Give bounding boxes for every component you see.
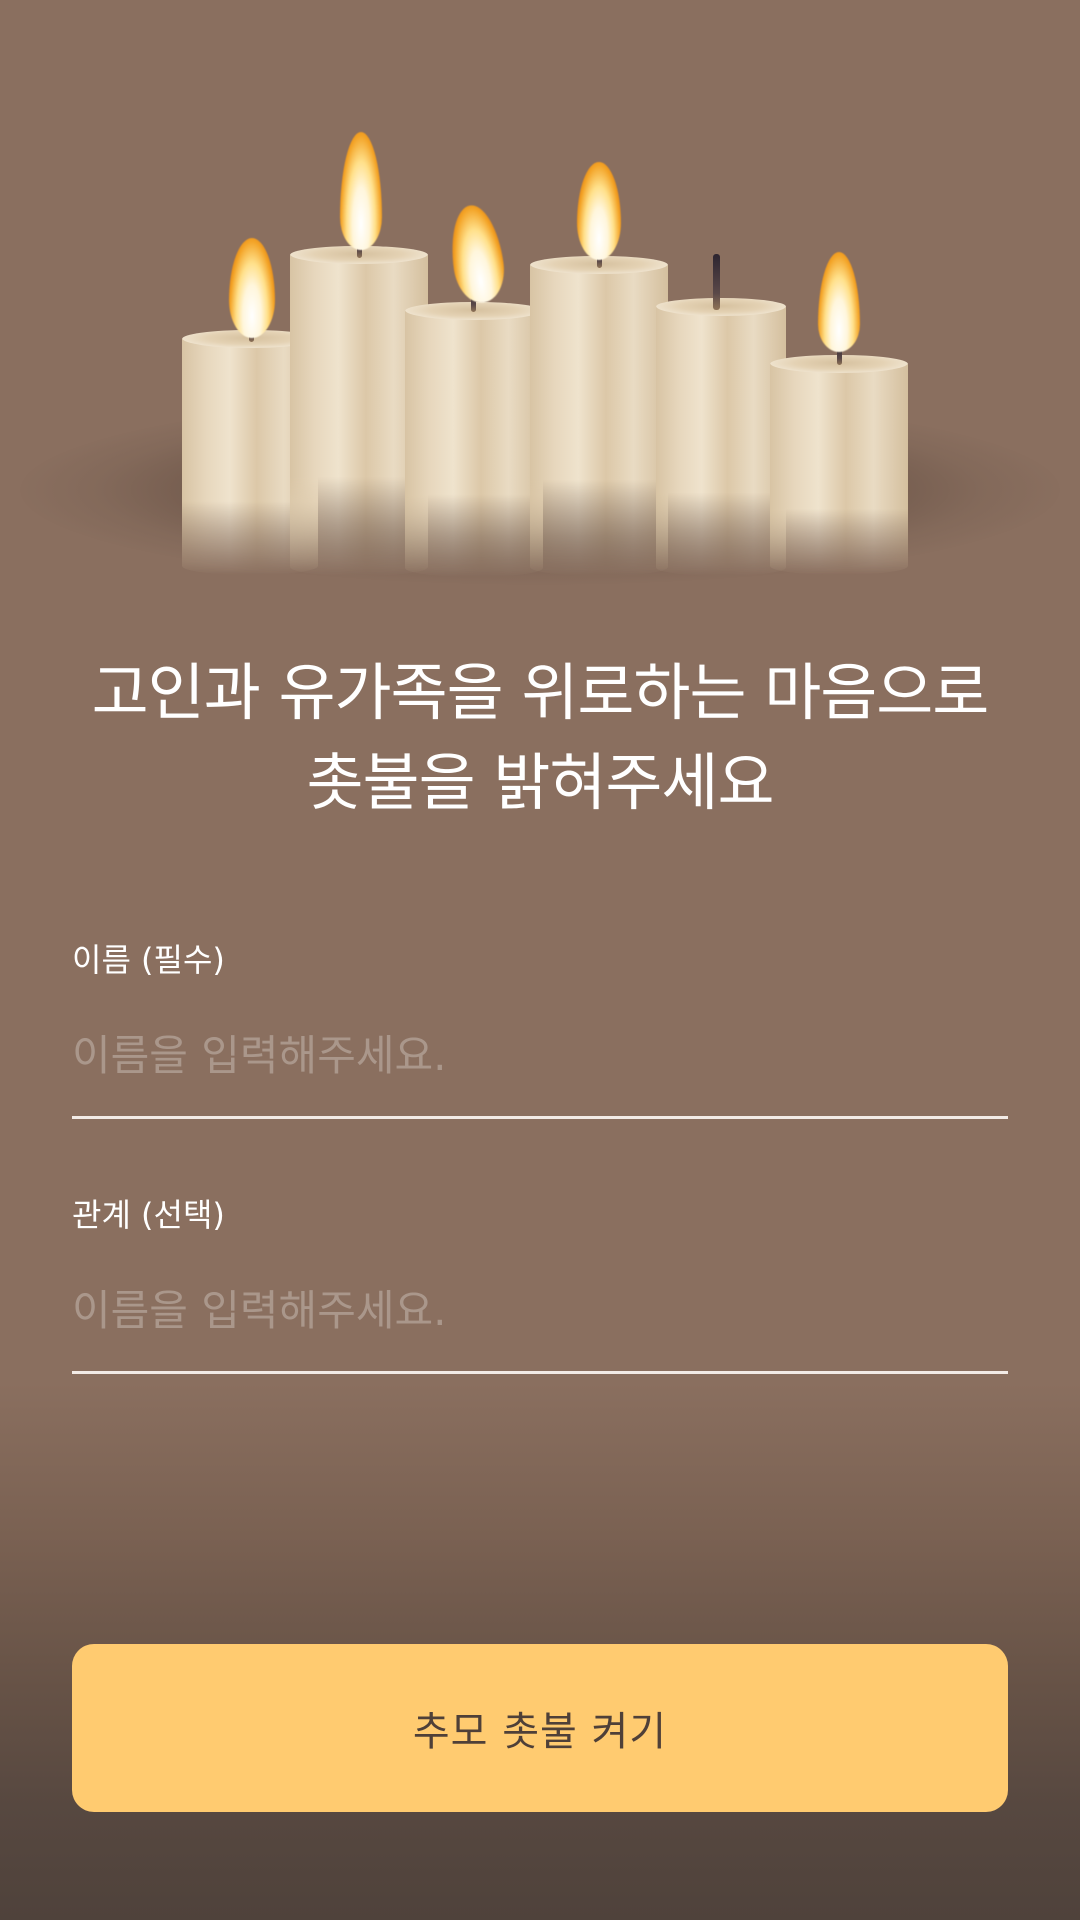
candle-3-flame-icon (445, 201, 509, 307)
candle-6-flame-icon (818, 252, 860, 352)
memorial-candles-illustration (0, 0, 1080, 600)
candle-4 (530, 254, 668, 576)
name-input[interactable] (72, 1016, 1008, 1119)
page-title-line-2: 촛불을 밝혀주세요 (306, 746, 774, 819)
candle-5-wick (713, 254, 720, 310)
candle-1-flame-icon (229, 238, 275, 338)
relation-field-group: 관계 (선택) (72, 1195, 1008, 1374)
candle-3 (405, 300, 543, 577)
relation-input[interactable] (72, 1271, 1008, 1374)
name-field-group: 이름 (필수) (72, 940, 1008, 1119)
page-title: 고인과 유가족을 위로하는 마음으로 촛불을 밝혀주세요 (0, 648, 1080, 828)
candle-5 (656, 296, 786, 576)
name-field-label: 이름 (필수) (72, 941, 225, 979)
candle-4-flame-icon (577, 162, 621, 260)
light-candle-button[interactable]: 추모 촛불 켜기 (72, 1644, 1008, 1812)
candle-2-flame-icon (340, 132, 382, 250)
candle-6 (770, 353, 908, 575)
page-title-line-1: 고인과 유가족을 위로하는 마음으로 (91, 656, 990, 729)
relation-field-label: 관계 (선택) (72, 1196, 225, 1234)
